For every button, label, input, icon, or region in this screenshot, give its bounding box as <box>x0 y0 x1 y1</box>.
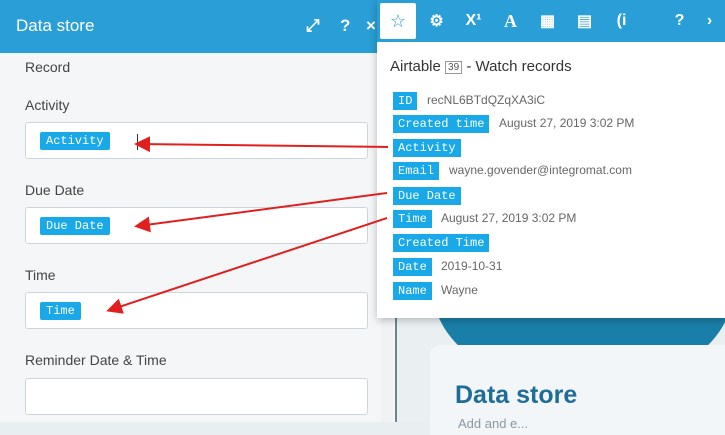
expand-icon[interactable]: ⤢ <box>306 16 320 36</box>
variable-value: Wayne <box>441 283 478 297</box>
activity-token[interactable]: Activity <box>40 132 110 150</box>
module-number-badge: 39 <box>445 60 463 74</box>
dialog-header: Data store ⤢ ? × <box>0 0 395 53</box>
gear-icon[interactable]: ⚙ <box>418 0 455 42</box>
time-label: Time <box>25 267 56 283</box>
variable-key[interactable]: Activity <box>393 139 461 157</box>
help-icon[interactable]: ? <box>340 16 350 36</box>
due-date-field[interactable]: Due Date <box>25 207 368 244</box>
variable-key[interactable]: Created time <box>393 115 490 133</box>
variable-key[interactable]: Created Time <box>393 234 490 252</box>
variable-key[interactable]: Email <box>393 162 440 180</box>
text-a-icon[interactable]: A <box>492 0 529 42</box>
reminder-field[interactable] <box>25 378 368 415</box>
mapping-toolbar: ☆ ⚙ X¹ A ▦ ▤ (i ? › <box>377 0 725 42</box>
variable-value: recNL6BTdQZqXA3iC <box>427 93 546 107</box>
text-caret <box>137 134 138 150</box>
variable-value: August 27, 2019 3:02 PM <box>441 211 577 225</box>
activity-field[interactable]: Activity <box>25 122 368 159</box>
reminder-label: Reminder Date & Time <box>25 352 167 368</box>
activity-label: Activity <box>25 97 70 113</box>
data-store-dialog: Data store ⤢ ? × Record Activity Activit… <box>0 0 395 422</box>
source-action: - Watch records <box>466 58 572 75</box>
variable-value: wayne.govender@integromat.com <box>449 163 632 177</box>
time-field[interactable]: Time <box>25 292 368 329</box>
dialog-title: Data store <box>16 16 95 35</box>
module-source-title: Airtable 39 - Watch records <box>390 58 572 75</box>
mapping-panel: ☆ ⚙ X¹ A ▦ ▤ (i ? › Airtable 39 - Watch … <box>377 0 725 318</box>
record-label: Record <box>25 59 71 75</box>
parenthesis-i-icon[interactable]: (i <box>603 0 640 42</box>
variable-key[interactable]: Name <box>393 282 432 300</box>
module-subtitle: Add and e... <box>458 416 529 431</box>
table-icon[interactable]: ▤ <box>566 0 603 42</box>
chevron-right-icon[interactable]: › <box>691 0 725 42</box>
time-token[interactable]: Time <box>40 302 81 320</box>
superscript-x-icon[interactable]: X¹ <box>455 0 492 42</box>
source-app-name: Airtable <box>390 58 441 75</box>
variable-key[interactable]: Date <box>393 258 432 276</box>
calendar-icon[interactable]: ▦ <box>529 0 566 42</box>
star-icon[interactable]: ☆ <box>380 3 416 39</box>
variable-value: August 27, 2019 3:02 PM <box>499 116 635 130</box>
variable-key[interactable]: ID <box>393 92 418 110</box>
variable-value: 2019-10-31 <box>441 259 503 273</box>
variable-key[interactable]: Time <box>393 210 432 228</box>
due-date-token[interactable]: Due Date <box>40 217 110 235</box>
variable-key[interactable]: Due Date <box>393 187 461 205</box>
close-icon[interactable]: × <box>366 16 376 36</box>
due-date-label: Due Date <box>25 182 85 198</box>
module-title: Data store <box>455 381 578 409</box>
